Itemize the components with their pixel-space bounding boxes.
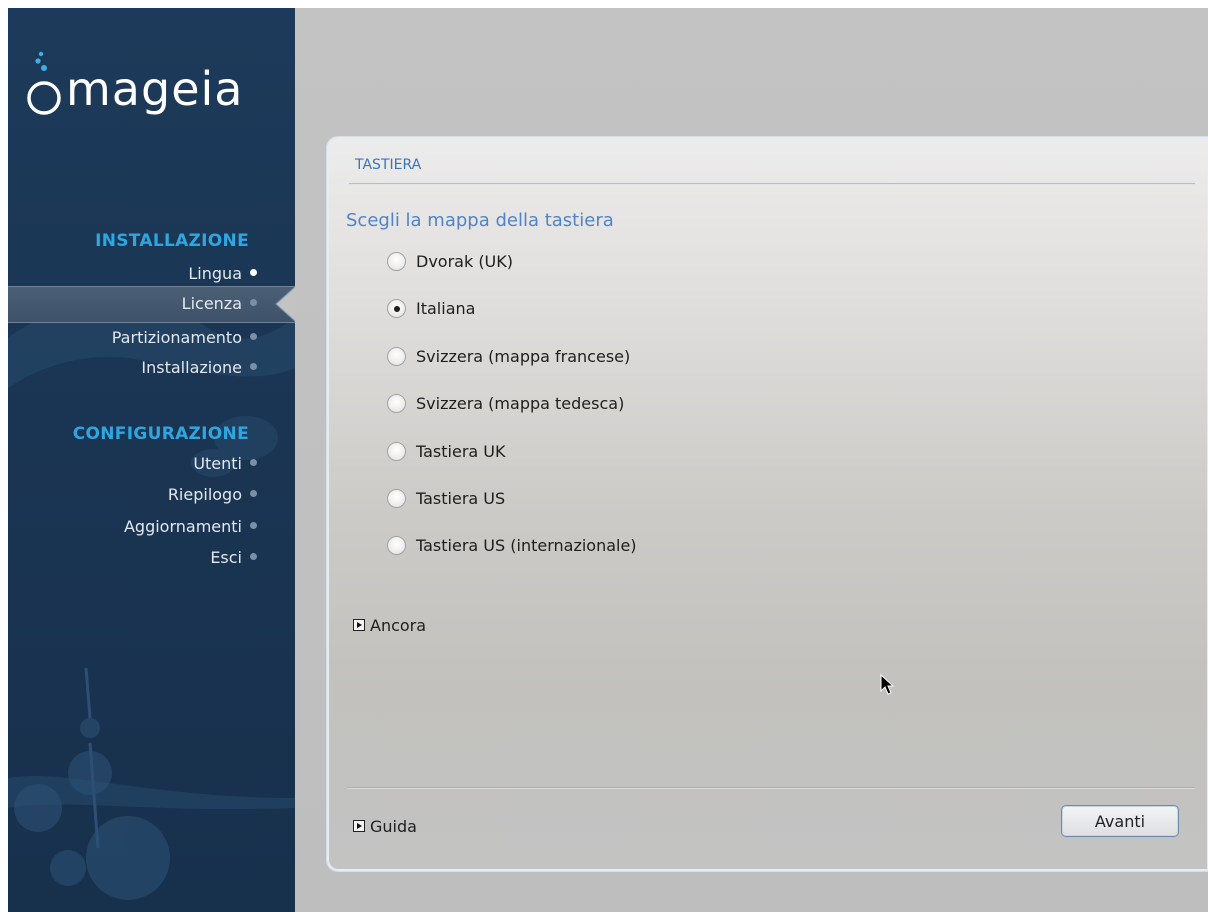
sidebar-step-partizionamento: Partizionamento [112, 326, 257, 350]
panel-title: TASTIERA [355, 157, 422, 173]
radio-button[interactable] [387, 441, 406, 461]
radio-option-svizzera-francese[interactable]: Svizzera (mappa francese) [387, 341, 630, 371]
radio-button[interactable] [387, 535, 406, 555]
section-title-configurazione: CONFIGURAZIONE [72, 424, 249, 444]
section-title-installazione: INSTALLAZIONE [95, 231, 249, 251]
radio-label: Tastiera US [416, 488, 506, 508]
radio-option-dvorak-uk[interactable]: Dvorak (UK) [387, 246, 513, 276]
title-divider [349, 183, 1195, 185]
radio-button[interactable] [387, 488, 406, 508]
step-pending-dot-icon [250, 490, 257, 497]
sidebar-step-label: Installazione [141, 358, 242, 377]
step-pending-dot-icon [250, 459, 257, 466]
radio-label: Svizzera (mappa tedesca) [416, 393, 625, 413]
step-pending-dot-icon [250, 553, 257, 560]
sidebar-step-utenti: Utenti [193, 452, 257, 476]
expander-label: Ancora [370, 615, 427, 635]
radio-label: Italiana [416, 298, 476, 318]
sidebar-step-lingua: Lingua [188, 262, 257, 286]
radio-label: Tastiera US (internazionale) [416, 535, 637, 555]
step-pending-dot-icon [250, 363, 257, 370]
logo-wordmark: mageia [66, 62, 244, 116]
sidebar-step-riepilogo: Riepilogo [168, 483, 257, 507]
sidebar-step-label: Riepilogo [167, 485, 242, 504]
radio-label: Tastiera UK [416, 441, 506, 461]
radio-button[interactable] [387, 346, 406, 366]
radio-option-tastiera-us-internazionale[interactable]: Tastiera US (internazionale) [387, 530, 637, 560]
radio-label: Dvorak (UK) [416, 251, 513, 271]
sidebar-step-label: Aggiornamenti [123, 517, 242, 536]
step-pending-dot-icon [250, 333, 257, 340]
sidebar-step-installazione: Installazione [141, 356, 257, 380]
keyboard-question: Scegli la mappa della tastiera [346, 210, 614, 231]
sidebar: mageia INSTALLAZIONE Lingua Licenza Part… [8, 8, 295, 912]
expander-label: Guida [370, 816, 417, 836]
mouse-pointer-icon [880, 674, 895, 695]
help-expander[interactable]: Guida [353, 815, 417, 837]
radio-button[interactable] [387, 251, 406, 271]
current-step-pointer [275, 286, 295, 322]
more-options-expander[interactable]: Ancora [353, 614, 426, 636]
sidebar-step-label: Utenti [193, 454, 242, 473]
sidebar-step-label: Esci [210, 548, 242, 567]
sidebar-step-label: Lingua [188, 264, 242, 283]
step-pending-dot-icon [250, 522, 257, 529]
keyboard-panel: TASTIERA Scegli la mappa della tastiera … [326, 136, 1208, 872]
step-done-dot-icon [250, 269, 257, 276]
radio-option-italiana[interactable]: Italiana [387, 293, 475, 323]
logo-bubbles-icon [27, 51, 61, 115]
radio-label: Svizzera (mappa francese) [416, 346, 631, 366]
radio-option-svizzera-tedesca[interactable]: Svizzera (mappa tedesca) [387, 388, 624, 418]
radio-button-selected[interactable] [387, 298, 406, 318]
radio-option-tastiera-us[interactable]: Tastiera US [387, 483, 505, 513]
next-button[interactable]: Avanti [1061, 805, 1179, 837]
expander-arrow-icon [353, 619, 365, 631]
radio-option-tastiera-uk[interactable]: Tastiera UK [387, 436, 506, 466]
expander-arrow-icon [353, 820, 365, 832]
sidebar-step-licenza: Licenza [182, 292, 257, 316]
mageia-logo: mageia [24, 42, 284, 122]
sidebar-step-label: Licenza [181, 294, 242, 313]
radio-button[interactable] [387, 393, 406, 413]
sidebar-step-aggiornamenti: Aggiornamenti [124, 515, 257, 539]
sidebar-step-esci: Esci [210, 546, 257, 570]
footer-divider [347, 787, 1195, 789]
sidebar-step-label: Partizionamento [111, 328, 242, 347]
step-pending-dot-icon [250, 299, 257, 306]
installer-screen: mageia INSTALLAZIONE Lingua Licenza Part… [8, 8, 1208, 912]
